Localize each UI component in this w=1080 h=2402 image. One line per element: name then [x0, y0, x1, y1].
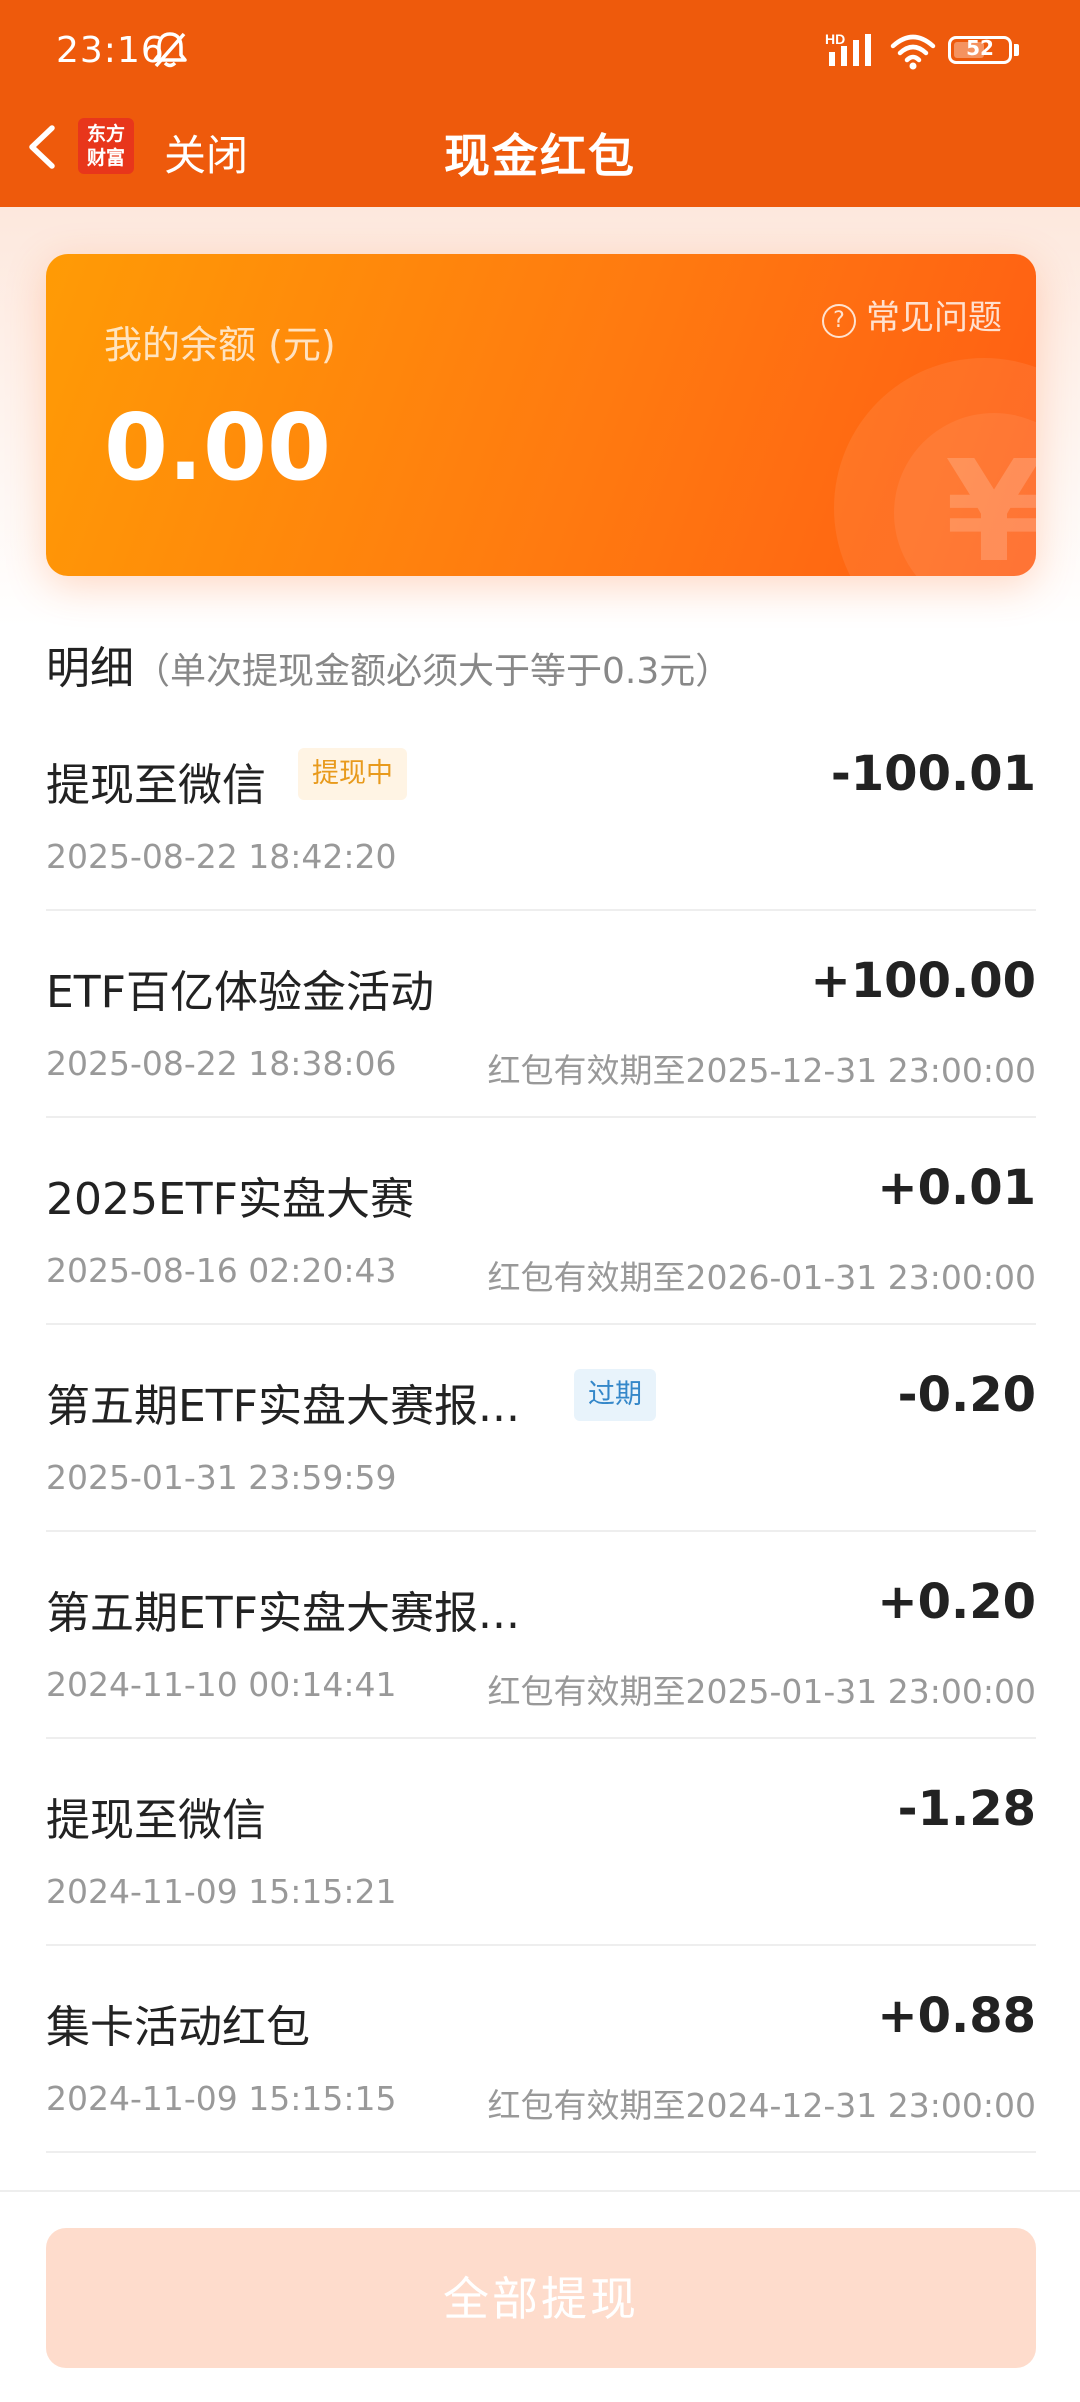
detail-date: 2025-08-22 18:38:06	[46, 1044, 397, 1083]
page-title: 现金红包	[444, 129, 636, 183]
help-circle-icon: ?	[822, 304, 856, 338]
detail-amount: +0.88	[877, 1988, 1036, 2044]
detail-amount: -0.20	[897, 1367, 1036, 1423]
detail-expiry: 红包有效期至2025-01-31 23:00:00	[487, 1672, 1036, 1711]
detail-expiry: 红包有效期至2026-01-31 23:00:00	[487, 1258, 1036, 1297]
yuan-coin-symbol: ¥	[894, 413, 1036, 576]
signal-icon: HD	[825, 31, 871, 66]
detail-amount: +0.20	[877, 1574, 1036, 1630]
detail-expiry: 红包有效期至2024-12-31 23:00:00	[487, 2086, 1036, 2125]
details-title: 明细	[46, 643, 134, 694]
wifi-icon	[890, 34, 936, 70]
detail-date: 2024-11-10 00:14:41	[46, 1665, 397, 1704]
battery-level: 52	[966, 36, 994, 60]
detail-date: 2025-08-16 02:20:43	[46, 1251, 397, 1290]
detail-title: ETF百亿体验金活动	[46, 967, 434, 1018]
app-header: 23:16 HD 52 东方 财富 关闭 现金红包	[0, 0, 1080, 207]
withdraw-all-button[interactable]: 全部提现	[46, 2228, 1036, 2368]
details-header: 明细（单次提现金额必须大于等于0.3元）	[46, 632, 731, 696]
detail-row[interactable]: 2025ETF实盘大赛 2025-08-16 02:20:43 +0.01 红包有效期…	[46, 1118, 1036, 1325]
detail-row[interactable]: 提现至微信 提现中 2025-08-22 18:42:20 -100.01	[46, 704, 1036, 911]
yuan-coin-icon: ¥	[834, 358, 1036, 576]
detail-expiry: 红包有效期至2025-12-31 23:00:00	[487, 1051, 1036, 1090]
detail-row[interactable]: ETF百亿体验金活动 2025-08-22 18:38:06 +100.00 红包有效…	[46, 911, 1036, 1118]
status-bar: 23:16 HD 52	[0, 0, 1080, 100]
faq-label: 常见问题	[866, 298, 1002, 338]
status-badge: 提现中	[298, 748, 407, 800]
detail-amount: -100.01	[830, 746, 1036, 802]
hd-label: HD	[825, 31, 845, 47]
bottom-bar: 全部提现	[0, 2190, 1080, 2402]
status-badge: 过期	[574, 1369, 656, 1421]
nav-bar: 东方 财富 关闭 现金红包	[0, 100, 1080, 207]
detail-amount: -1.28	[897, 1781, 1036, 1837]
detail-date: 2024-11-09 15:15:21	[46, 1872, 397, 1911]
detail-row[interactable]: 第五期ETF实盘大赛报... 过期 2025-01-31 23:59:59 -0.20	[46, 1325, 1036, 1532]
detail-title: 2025ETF实盘大赛	[46, 1174, 414, 1225]
detail-amount: +100.00	[810, 953, 1036, 1009]
status-time: 23:16	[56, 30, 165, 71]
detail-title: 集卡活动红包	[46, 2002, 310, 2053]
details-note: （单次提现金额必须大于等于0.3元）	[134, 651, 732, 692]
detail-date: 2025-01-31 23:59:59	[46, 1458, 397, 1497]
detail-amount: +0.01	[877, 1160, 1036, 1216]
balance-label: 我的余额 (元)	[104, 323, 336, 367]
faq-button[interactable]: ? 常见问题	[822, 290, 1002, 339]
detail-date: 2024-11-09 15:15:15	[46, 2079, 397, 2118]
silent-bell-icon	[153, 32, 187, 68]
detail-title: 提现至微信	[46, 1795, 266, 1846]
balance-value: 0.00	[104, 394, 331, 501]
detail-title: 提现至微信	[46, 760, 266, 811]
balance-card: ¥ 我的余额 (元) 0.00 ? 常见问题	[46, 254, 1036, 576]
detail-title: 第五期ETF实盘大赛报...	[46, 1588, 520, 1639]
detail-date: 2025-08-22 18:42:20	[46, 837, 397, 876]
detail-row[interactable]: 提现至微信 2024-11-09 15:15:21 -1.28	[46, 1739, 1036, 1946]
detail-row[interactable]: 集卡活动红包 2024-11-09 15:15:15 +0.88 红包有效期至2024…	[46, 1946, 1036, 2153]
detail-row[interactable]: 第五期ETF实盘大赛报... 2024-11-10 00:14:41 +0.20 红包…	[46, 1532, 1036, 1739]
detail-title: 第五期ETF实盘大赛报...	[46, 1381, 520, 1432]
battery-icon: 52	[948, 36, 1012, 64]
